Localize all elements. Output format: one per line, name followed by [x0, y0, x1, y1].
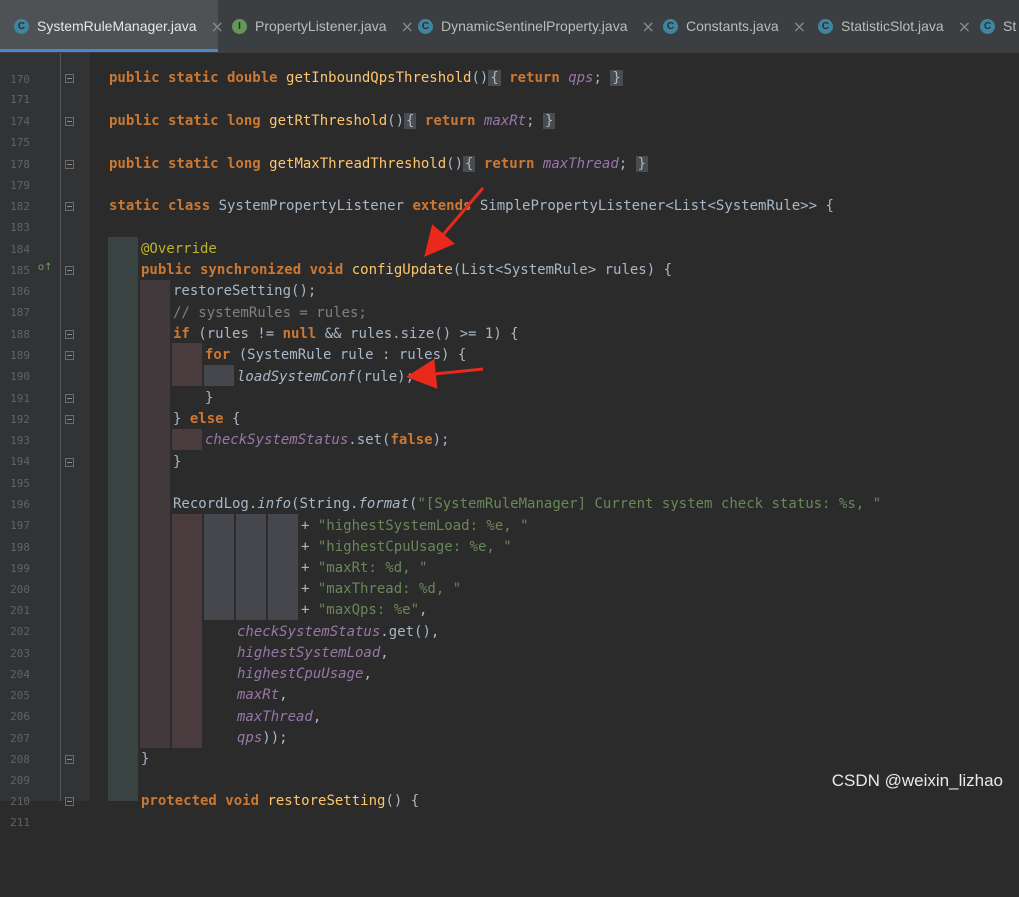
- code-line: 198 + "highestSystemLoad: %e, ": [0, 516, 1019, 554]
- code-line: 186 public synchronized void configUpdat…: [0, 260, 1019, 298]
- code-line: 193 } else {: [0, 409, 1019, 447]
- tab-label: StatisticSlot.java: [841, 18, 944, 34]
- class-icon: C: [418, 18, 433, 34]
- code-line: 201 + "maxThread: %d, ": [0, 579, 1019, 617]
- code-line: 205 highestCpuUsage,: [0, 664, 1019, 702]
- interface-icon: I: [232, 18, 247, 34]
- code-line: 207 maxThread,: [0, 707, 1019, 745]
- fold-icon[interactable]: [65, 266, 74, 275]
- code-line: 199 + "highestCpuUsage: %e, ": [0, 537, 1019, 575]
- class-icon: C: [14, 18, 29, 34]
- tab-statistic-slot[interactable]: C StatisticSlot.java ×: [804, 0, 971, 52]
- tab-label: SystemRuleManager.java: [37, 18, 197, 34]
- code-line: 183 static class SystemPropertyListener …: [0, 196, 1019, 234]
- class-icon: C: [980, 18, 995, 34]
- code-line: 192 }: [0, 388, 1019, 426]
- class-icon: C: [818, 18, 833, 34]
- line-number: 211: [10, 816, 30, 830]
- code-line: 188 // systemRules = rules;: [0, 303, 1019, 341]
- code-line: 189 if (rules != null && rules.size() >=…: [0, 324, 1019, 362]
- fold-icon[interactable]: [65, 415, 74, 424]
- code-line: 208 qps));: [0, 728, 1019, 766]
- tab-dynamic-sentinel-property[interactable]: C DynamicSentinelProperty.java ×: [404, 0, 655, 52]
- fold-icon[interactable]: [65, 117, 74, 126]
- code-line: 197 RecordLog.info(String.format("[Syste…: [0, 494, 1019, 532]
- tab-overflow[interactable]: C St: [966, 0, 1019, 52]
- code-line: 175 public static long getRtThreshold(){…: [0, 111, 1019, 149]
- editor-tab-bar: C SystemRuleManager.java × I PropertyLis…: [0, 0, 1019, 54]
- watermark: CSDN @weixin_lizhao: [831, 771, 1003, 790]
- tab-label: Constants.java: [686, 18, 779, 34]
- code-line: 174: [0, 90, 1019, 128]
- code-line: 171 public static double getInboundQpsTh…: [0, 68, 1019, 106]
- code-editor[interactable]: o↑ 170 171 public static double getInbou…: [0, 53, 1019, 829]
- code-line: 182: [0, 175, 1019, 213]
- fold-icon[interactable]: [65, 351, 74, 360]
- fold-icon[interactable]: [65, 394, 74, 403]
- code-line: 203 checkSystemStatus.get(),: [0, 622, 1019, 660]
- code-line: 195 }: [0, 452, 1019, 490]
- code-line: 184: [0, 218, 1019, 256]
- code-line: 170: [0, 48, 1019, 86]
- tab-label: PropertyListener.java: [255, 18, 387, 34]
- fold-icon[interactable]: [65, 755, 74, 764]
- code-line: 185 @Override: [0, 239, 1019, 277]
- fold-icon[interactable]: [65, 458, 74, 467]
- code-line: 211 protected void restoreSetting() {: [0, 791, 1019, 829]
- fold-icon[interactable]: [65, 202, 74, 211]
- fold-icon[interactable]: [65, 74, 74, 83]
- code-line: 196: [0, 473, 1019, 511]
- code-line: 194 checkSystemStatus.set(false);: [0, 430, 1019, 468]
- code-line: 206 maxRt,: [0, 685, 1019, 723]
- fold-icon[interactable]: [65, 797, 74, 806]
- code-line: 179 public static long getMaxThreadThres…: [0, 154, 1019, 192]
- code-line: 190 for (SystemRule rule : rules) {: [0, 345, 1019, 383]
- code-line: 178: [0, 133, 1019, 171]
- code-line: 200 + "maxRt: %d, ": [0, 558, 1019, 596]
- class-icon: C: [663, 18, 678, 34]
- tab-property-listener[interactable]: I PropertyListener.java ×: [218, 0, 414, 52]
- tab-system-rule-manager[interactable]: C SystemRuleManager.java ×: [0, 0, 224, 52]
- code-line: 209 }: [0, 749, 1019, 787]
- tab-label: DynamicSentinelProperty.java: [441, 18, 628, 34]
- code-line: 204 highestSystemLoad,: [0, 643, 1019, 681]
- code-line: 202 + "maxQps: %e",: [0, 600, 1019, 638]
- code-line: 187 restoreSetting();: [0, 281, 1019, 319]
- fold-icon[interactable]: [65, 330, 74, 339]
- tab-label: St: [1003, 18, 1017, 34]
- code-line: 191 loadSystemConf(rule);: [0, 367, 1019, 405]
- tab-constants[interactable]: C Constants.java ×: [649, 0, 806, 52]
- fold-icon[interactable]: [65, 160, 74, 169]
